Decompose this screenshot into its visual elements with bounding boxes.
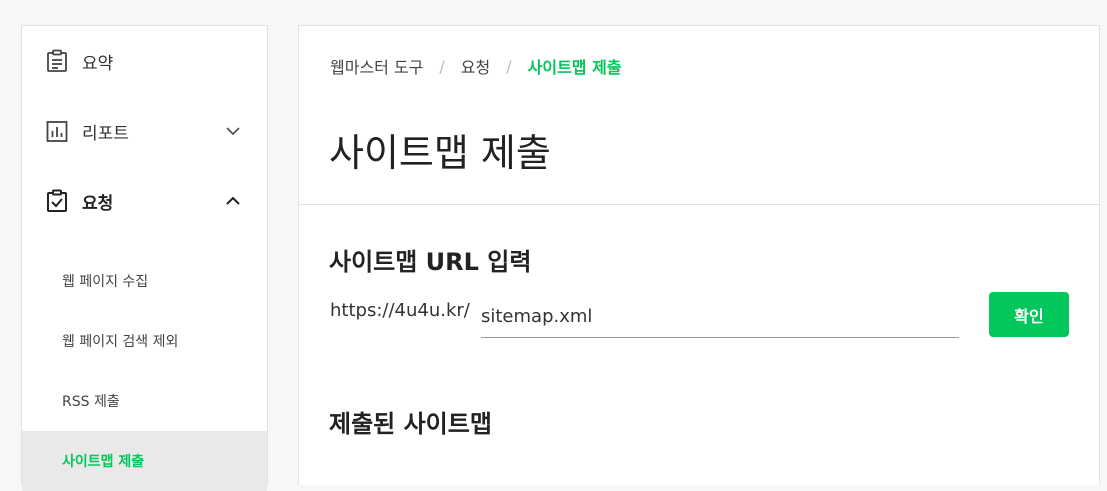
sidebar-item-label: 요청 bbox=[82, 193, 114, 214]
sitemap-url-section-title: 사이트맵 URL 입력 bbox=[329, 248, 532, 276]
checked-clipboard-icon bbox=[46, 189, 68, 213]
breadcrumb-separator: / bbox=[439, 56, 445, 76]
sidebar-item-summary[interactable]: 요약 bbox=[22, 26, 267, 96]
sidebar-subitem-label: 웹 페이지 검색 제외 bbox=[62, 334, 179, 350]
page-title: 사이트맵 제출 bbox=[329, 131, 551, 175]
confirm-button[interactable]: 확인 bbox=[989, 292, 1069, 337]
sidebar-subitem-web-page-crawl[interactable]: 웹 페이지 수집 bbox=[22, 251, 267, 311]
url-prefix: https://4u4u.kr/ bbox=[330, 300, 470, 321]
breadcrumb-item-current: 사이트맵 제출 bbox=[527, 58, 622, 77]
sidebar-subitem-label: 웹 페이지 수집 bbox=[62, 274, 149, 290]
bar-chart-icon bbox=[46, 119, 68, 143]
sidebar-subitem-rss-submit[interactable]: RSS 제출 bbox=[22, 371, 267, 431]
chevron-down-icon[interactable] bbox=[225, 123, 241, 139]
clipboard-icon bbox=[46, 49, 68, 73]
chevron-up-icon[interactable] bbox=[225, 193, 241, 209]
breadcrumb: 웹마스터 도구 / 요청 / 사이트맵 제출 bbox=[330, 54, 622, 78]
sidebar-item-label: 리포트 bbox=[82, 123, 129, 144]
breadcrumb-separator: / bbox=[506, 56, 512, 76]
sidebar-subitem-sitemap-submit[interactable]: 사이트맵 제출 bbox=[22, 431, 267, 491]
sidebar-item-request[interactable]: 요청 bbox=[22, 166, 267, 236]
sitemap-url-input[interactable] bbox=[481, 296, 959, 338]
sidebar: 요약 리포트 요청 웹 페이지 수집 웹 페이지 검색 제외 RSS 제출 사이… bbox=[21, 25, 268, 491]
main-panel: 웹마스터 도구 / 요청 / 사이트맵 제출 사이트맵 제출 사이트맵 URL … bbox=[298, 25, 1100, 485]
breadcrumb-item-webmaster-tools[interactable]: 웹마스터 도구 bbox=[330, 54, 423, 78]
sidebar-item-label: 요약 bbox=[82, 53, 114, 74]
sidebar-subitem-web-page-exclude[interactable]: 웹 페이지 검색 제외 bbox=[22, 311, 267, 371]
submitted-sitemaps-title: 제출된 사이트맵 bbox=[329, 410, 492, 438]
sidebar-item-report[interactable]: 리포트 bbox=[22, 96, 267, 166]
breadcrumb-item-request[interactable]: 요청 bbox=[461, 54, 490, 78]
sidebar-subitem-label: RSS 제출 bbox=[62, 394, 120, 410]
sidebar-subitem-label: 사이트맵 제출 bbox=[62, 454, 145, 470]
divider bbox=[299, 204, 1099, 205]
